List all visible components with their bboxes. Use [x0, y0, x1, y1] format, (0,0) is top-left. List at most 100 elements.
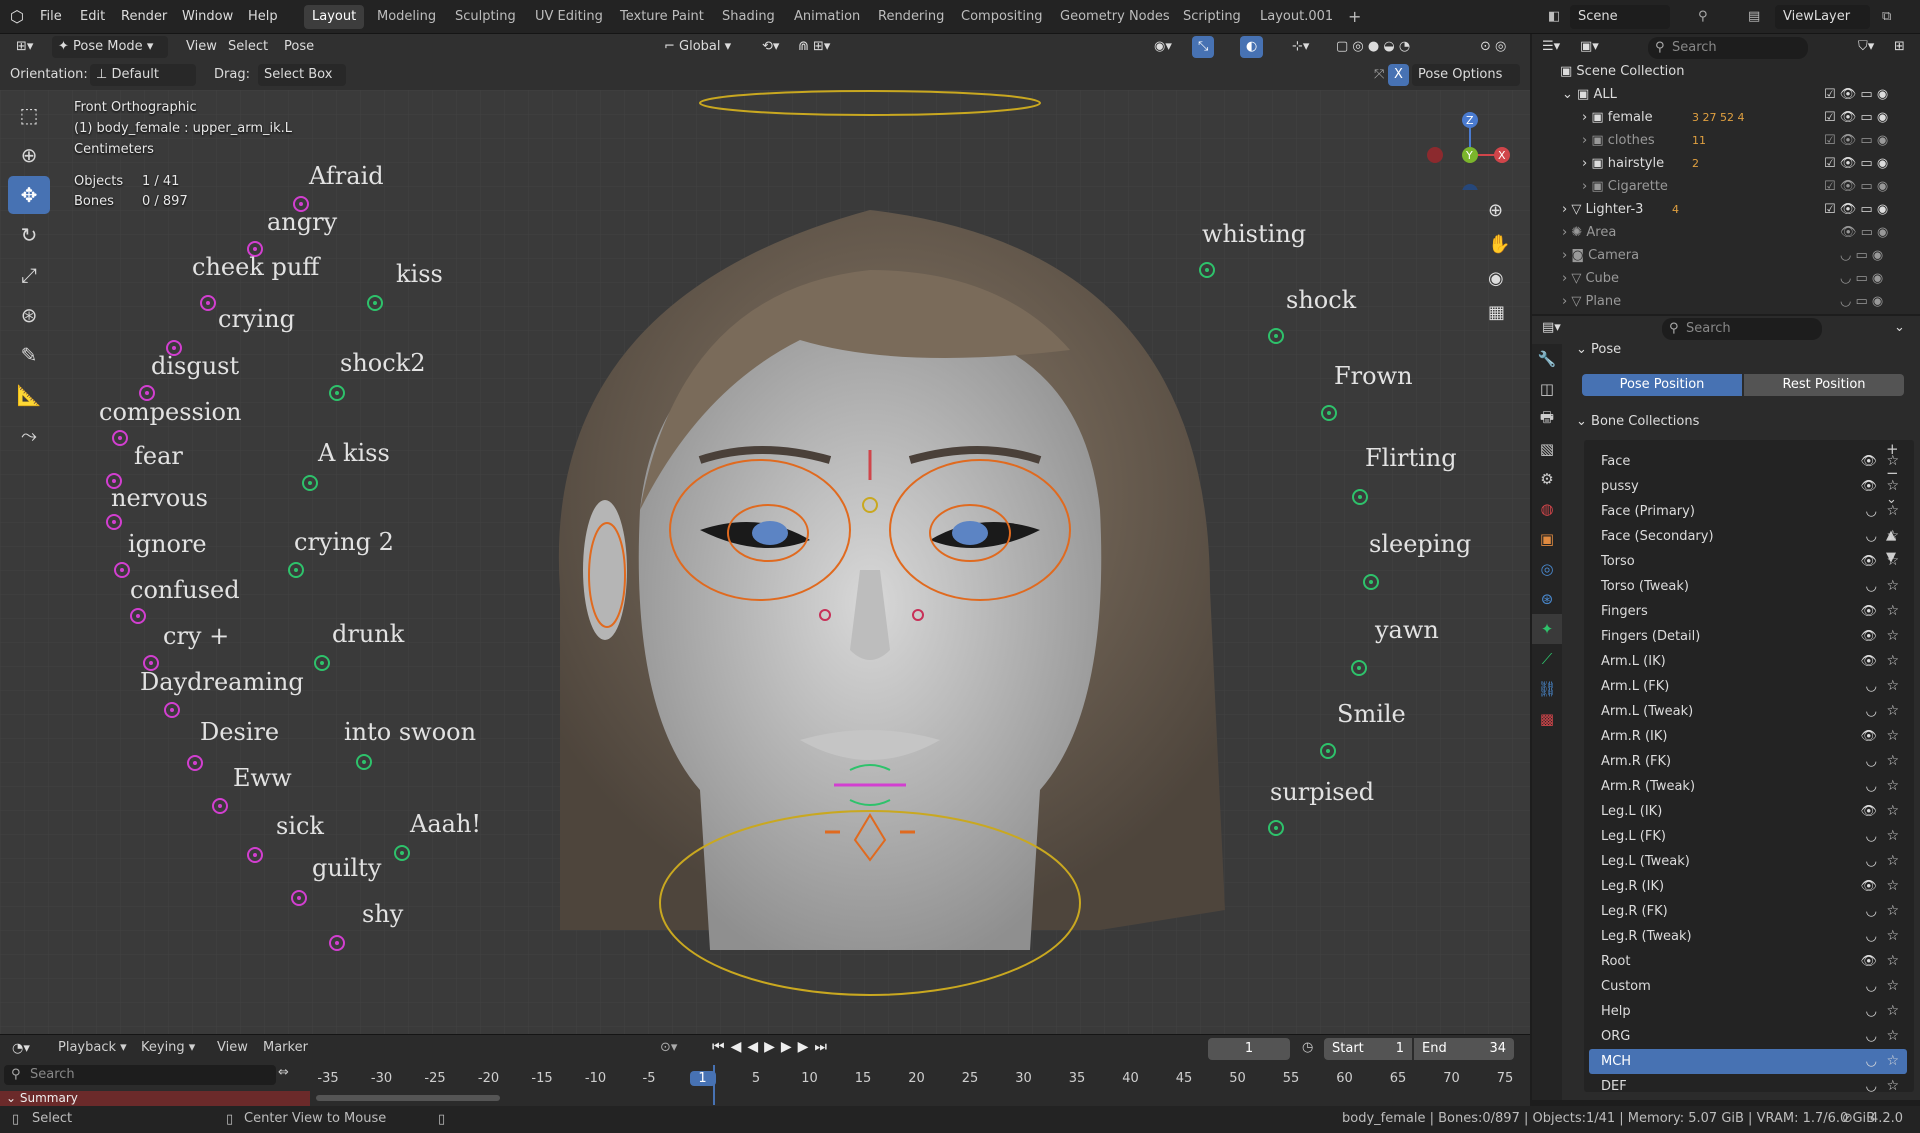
bone-collection-row[interactable]: Leg.L (FK) ◡ ☆: [1589, 824, 1907, 849]
tab-modeling[interactable]: Modeling: [369, 5, 444, 29]
auto-key-icon[interactable]: ⊙▾: [660, 1040, 677, 1055]
row-toggles[interactable]: ☑ 👁 ▭ ◉: [1824, 152, 1888, 175]
clock-icon[interactable]: ◷: [1302, 1040, 1313, 1055]
star-icon[interactable]: ☆: [1886, 824, 1899, 849]
output-tab-icon[interactable]: 🖶: [1532, 404, 1562, 434]
star-icon[interactable]: ☆: [1886, 1024, 1899, 1049]
eye-icon[interactable]: 👁: [1860, 624, 1877, 649]
row-toggles[interactable]: ◡ ▭ ◉: [1840, 290, 1883, 313]
timeline-type-icon[interactable]: ◔▾: [12, 1041, 30, 1056]
bone-collection-row[interactable]: Help ◡ ☆: [1589, 999, 1907, 1024]
armature-tab-icon[interactable]: ✦: [1532, 614, 1562, 644]
star-icon[interactable]: ☆: [1886, 924, 1899, 949]
shape-control[interactable]: [106, 514, 122, 530]
visibility-icon[interactable]: ◉▾: [1148, 36, 1178, 58]
row-toggles[interactable]: ◡ ▭ ◉: [1840, 244, 1883, 267]
scene-pin-icon[interactable]: ⚲: [1690, 5, 1716, 29]
eye-closed-icon[interactable]: ◡: [1866, 749, 1877, 774]
star-icon[interactable]: ☆: [1886, 774, 1899, 799]
bone-collection-row[interactable]: Root 👁 ☆: [1589, 949, 1907, 974]
measure-icon[interactable]: 📐: [8, 376, 50, 414]
star-icon[interactable]: ☆: [1886, 624, 1899, 649]
star-icon[interactable]: ☆: [1886, 724, 1899, 749]
viewlayer-icon[interactable]: ▤: [1740, 5, 1768, 29]
bone-collection-row[interactable]: Leg.R (IK) 👁 ☆: [1589, 874, 1907, 899]
shape-control[interactable]: [329, 935, 345, 951]
shape-control[interactable]: [1321, 405, 1337, 421]
eye-closed-icon[interactable]: ◡: [1866, 924, 1877, 949]
scale-icon[interactable]: ⤢: [8, 256, 50, 294]
render-tab-icon[interactable]: ◫: [1532, 374, 1562, 404]
bone-collections-header[interactable]: ⌄ Bone Collections: [1576, 414, 1699, 429]
bone-collection-row[interactable]: pussy 👁 ☆: [1589, 474, 1907, 499]
eye-closed-icon[interactable]: ◡: [1866, 999, 1877, 1024]
mode-selector[interactable]: ✦ Pose Mode ▾: [52, 36, 168, 58]
mirror-x-button[interactable]: X: [1388, 64, 1409, 86]
camera-view-icon[interactable]: ◉: [1488, 268, 1504, 289]
shape-control[interactable]: [130, 608, 146, 624]
bone-collection-row[interactable]: Custom ◡ ☆: [1589, 974, 1907, 999]
tab-geometry-nodes[interactable]: Geometry Nodes: [1052, 5, 1178, 29]
pose-position-button[interactable]: Pose Position: [1582, 374, 1742, 396]
eye-closed-icon[interactable]: ◡: [1866, 824, 1877, 849]
bone-collection-row[interactable]: Fingers (Detail) 👁 ☆: [1589, 624, 1907, 649]
playback-menu[interactable]: Playback ▾: [58, 1040, 127, 1055]
star-icon[interactable]: ☆: [1886, 599, 1899, 624]
tab-animation[interactable]: Animation: [786, 5, 868, 29]
menu-pose[interactable]: Pose: [278, 36, 320, 58]
star-icon[interactable]: ☆: [1886, 499, 1899, 524]
bone-collection-row[interactable]: ORG ◡ ☆: [1589, 1024, 1907, 1049]
menu-render[interactable]: Render: [121, 0, 167, 34]
eye-icon[interactable]: 👁: [1860, 599, 1877, 624]
menu-file[interactable]: File: [40, 0, 62, 34]
eye-icon[interactable]: 👁: [1860, 724, 1877, 749]
3d-viewport[interactable]: Front Orthographic (1) body_female : upp…: [0, 90, 1530, 1034]
eye-closed-icon[interactable]: ◡: [1866, 674, 1877, 699]
keying-menu[interactable]: Keying ▾: [141, 1040, 195, 1055]
eye-icon[interactable]: 👁: [1860, 474, 1877, 499]
eye-closed-icon[interactable]: ◡: [1866, 574, 1877, 599]
row-toggles[interactable]: ☑ 👁 ▭ ◉: [1824, 198, 1888, 221]
star-icon[interactable]: ☆: [1886, 574, 1899, 599]
viewlayer-selector[interactable]: ViewLayer: [1775, 5, 1870, 29]
tab-sculpting[interactable]: Sculpting: [447, 5, 524, 29]
move-icon[interactable]: ✥: [8, 176, 50, 214]
shape-control[interactable]: [164, 702, 180, 718]
menu-window[interactable]: Window: [182, 0, 233, 34]
scene-collection-row[interactable]: ▣ Scene Collection: [1532, 60, 1920, 83]
bone-collection-row[interactable]: Arm.R (FK) ◡ ☆: [1589, 749, 1907, 774]
cursor-icon[interactable]: ⊕: [8, 136, 50, 174]
eye-icon[interactable]: 👁: [1860, 649, 1877, 674]
star-icon[interactable]: ☆: [1886, 799, 1899, 824]
modifier-tab-icon[interactable]: ◎: [1532, 554, 1562, 584]
star-icon[interactable]: ☆: [1886, 674, 1899, 699]
scene-tab-icon[interactable]: ⚙: [1532, 464, 1562, 494]
scene-icon[interactable]: ◧: [1540, 5, 1568, 29]
star-icon[interactable]: ☆: [1886, 899, 1899, 924]
viewlayer-add-icon[interactable]: ⧉: [1874, 5, 1899, 29]
outliner-row[interactable]: › ▽ Lighter-3 4 ☑ 👁 ▭ ◉: [1532, 198, 1920, 221]
timeline-view-menu[interactable]: View: [217, 1040, 248, 1055]
gizmo-icon[interactable]: ⤡: [1192, 36, 1215, 58]
marker-menu[interactable]: Marker: [263, 1040, 308, 1055]
end-frame-field[interactable]: End 34: [1414, 1038, 1514, 1060]
zoom-icon[interactable]: ⊕: [1488, 200, 1503, 221]
snap-icon[interactable]: ⋒ ⊞▾: [792, 36, 836, 58]
star-icon[interactable]: ☆: [1886, 874, 1899, 899]
bone-collection-row[interactable]: Leg.R (Tweak) ◡ ☆: [1589, 924, 1907, 949]
star-icon[interactable]: ☆: [1886, 449, 1899, 474]
display-mode-icon[interactable]: ▣▾: [1580, 39, 1599, 54]
bone-tab-icon[interactable]: ⟋: [1532, 644, 1562, 674]
bone-collection-row[interactable]: Torso (Tweak) ◡ ☆: [1589, 574, 1907, 599]
shape-control[interactable]: [1268, 820, 1284, 836]
outliner-row[interactable]: ⌄ ▣ ALL ☑ 👁 ▭ ◉: [1532, 83, 1920, 106]
drag-selector[interactable]: Select Box: [258, 64, 346, 86]
star-icon[interactable]: ☆: [1886, 1049, 1899, 1074]
shape-control[interactable]: [1352, 489, 1368, 505]
eye-closed-icon[interactable]: ◡: [1866, 1049, 1877, 1074]
star-icon[interactable]: ☆: [1886, 749, 1899, 774]
bone-collection-row[interactable]: Torso 👁 ☆: [1589, 549, 1907, 574]
eye-closed-icon[interactable]: ◡: [1866, 899, 1877, 924]
bone-constraint-tab-icon[interactable]: ⛓: [1532, 674, 1562, 704]
tab-rendering[interactable]: Rendering: [870, 5, 952, 29]
